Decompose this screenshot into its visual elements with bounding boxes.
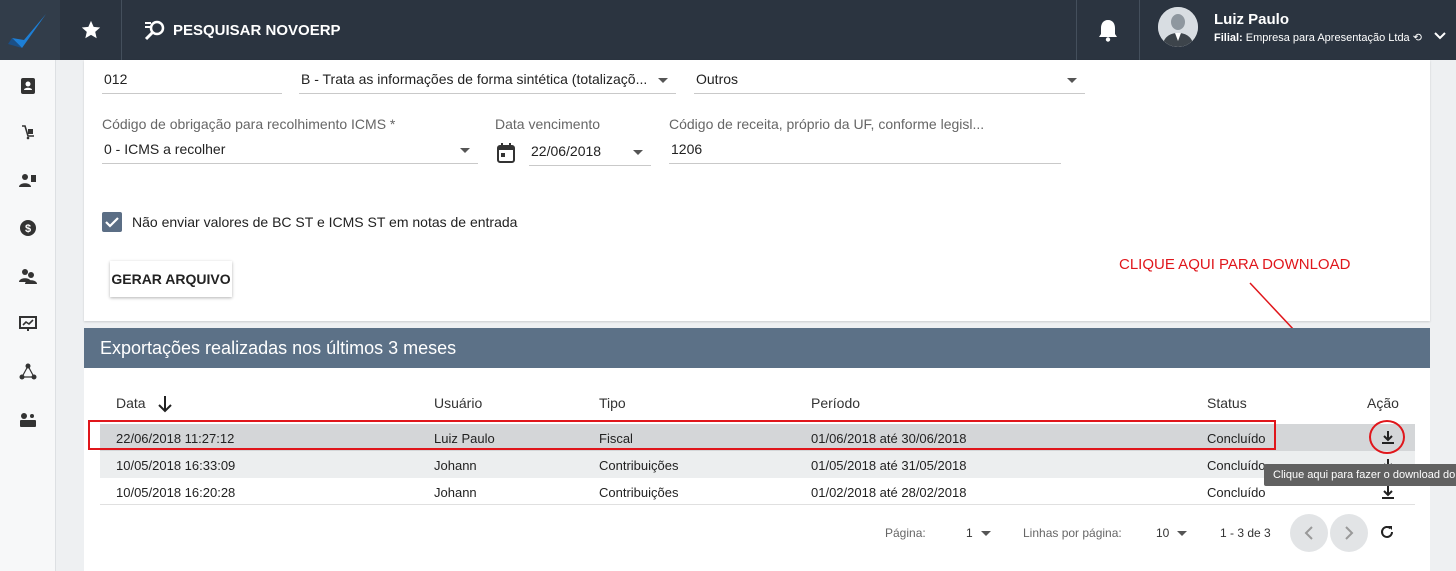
sidebar: $ <box>0 60 56 571</box>
switch-icon: ⟲ <box>1412 32 1422 44</box>
users-icon[interactable] <box>18 170 38 190</box>
favorites-button[interactable] <box>60 0 122 60</box>
notifications-button[interactable] <box>1076 0 1140 60</box>
annotation-icon-highlight <box>1369 420 1405 454</box>
top-bar: PESQUISAR NOVOERP Luiz Paulo Filial: Emp… <box>0 0 1456 60</box>
chevron-down-icon <box>1067 78 1077 83</box>
network-icon[interactable] <box>18 362 38 382</box>
search-icon <box>144 20 165 41</box>
page-range: 1 - 3 de 3 <box>1220 526 1271 540</box>
select-purpose[interactable]: Outros <box>694 62 1085 94</box>
next-page-button[interactable] <box>1330 514 1368 552</box>
refresh-icon <box>1381 525 1393 538</box>
download-icon[interactable] <box>1381 485 1395 504</box>
no-bc-st-checkbox[interactable] <box>102 212 122 232</box>
column-header-type: Tipo <box>599 395 626 411</box>
chevron-left-icon <box>1304 526 1313 540</box>
people-icon[interactable] <box>18 266 38 286</box>
annotation-row-highlight <box>88 420 1276 450</box>
chevron-right-icon <box>1345 526 1354 540</box>
dashboard-icon[interactable] <box>18 314 38 334</box>
column-header-user: Usuário <box>434 395 483 411</box>
rows-per-page-label: Linhas por página: <box>1023 526 1122 540</box>
field-code[interactable]: 012 <box>102 62 282 94</box>
arrow-down-icon <box>158 396 173 413</box>
chevron-down-icon <box>658 78 668 83</box>
app-logo[interactable] <box>0 0 60 60</box>
select-layout-type[interactable]: B - Trata as informações de forma sintét… <box>299 62 676 94</box>
refresh-button[interactable] <box>1376 521 1398 543</box>
chevron-down-icon <box>460 148 470 153</box>
no-bc-st-label[interactable]: Não enviar valores de BC ST e ICMS ST em… <box>132 214 517 230</box>
calendar-icon[interactable] <box>496 142 516 169</box>
search-label: PESQUISAR NOVOERP <box>173 21 341 39</box>
finance-icon[interactable]: $ <box>18 218 38 238</box>
download-tooltip: Clique aqui para fazer o download do zip <box>1264 464 1456 486</box>
search-button[interactable]: PESQUISAR NOVOERP <box>143 0 341 60</box>
due-date-field[interactable]: 22/06/2018 <box>529 134 651 166</box>
column-header-action: Ação <box>1367 395 1399 411</box>
prev-page-button[interactable] <box>1290 514 1328 552</box>
chevron-down-icon <box>1177 531 1188 537</box>
bell-icon <box>1099 20 1117 42</box>
svg-text:$: $ <box>25 223 31 235</box>
chevron-down-icon <box>980 531 991 537</box>
annotation-download-hint: CLIQUE AQUI PARA DOWNLOAD <box>1119 256 1351 273</box>
page-label: Página: <box>885 526 926 540</box>
revenue-code-field[interactable]: 1206 <box>669 134 1061 164</box>
chevron-down-icon <box>1434 27 1446 45</box>
generate-file-button[interactable]: GERAR ARQUIVO <box>110 261 232 297</box>
user-branch: Filial: Empresa para Apresentação Ltda ⟲ <box>1214 32 1422 44</box>
column-header-date[interactable]: Data <box>116 395 173 413</box>
chevron-down-icon <box>633 150 643 155</box>
rows-per-page-select[interactable]: 10 <box>1156 526 1188 540</box>
obligation-label: Código de obrigação para recolhimento IC… <box>102 116 396 132</box>
user-menu[interactable]: Luiz Paulo Filial: Empresa para Apresent… <box>1141 0 1456 60</box>
table-row[interactable]: 10/05/2018 16:33:09 Johann Contribuições… <box>100 451 1415 478</box>
user-name: Luiz Paulo <box>1214 11 1289 28</box>
revenue-code-label: Código de receita, próprio da UF, confor… <box>669 116 985 132</box>
export-form-card <box>84 60 1430 321</box>
avatar <box>1158 7 1198 47</box>
select-icms-obligation[interactable]: 0 - ICMS a recolher <box>102 134 478 164</box>
table-row[interactable]: 10/05/2018 16:20:28 Johann Contribuições… <box>100 478 1415 505</box>
column-header-period: Período <box>811 395 861 411</box>
column-header-status: Status <box>1207 395 1247 411</box>
due-date-label: Data vencimento <box>495 116 601 132</box>
page-select[interactable]: 1 <box>966 526 991 540</box>
check-icon <box>105 217 119 228</box>
exports-title: Exportações realizadas nos últimos 3 mes… <box>84 328 1430 368</box>
product-icon[interactable] <box>18 122 38 142</box>
star-icon <box>81 20 100 39</box>
settings-icon[interactable] <box>18 410 38 430</box>
contacts-icon[interactable] <box>18 76 38 96</box>
